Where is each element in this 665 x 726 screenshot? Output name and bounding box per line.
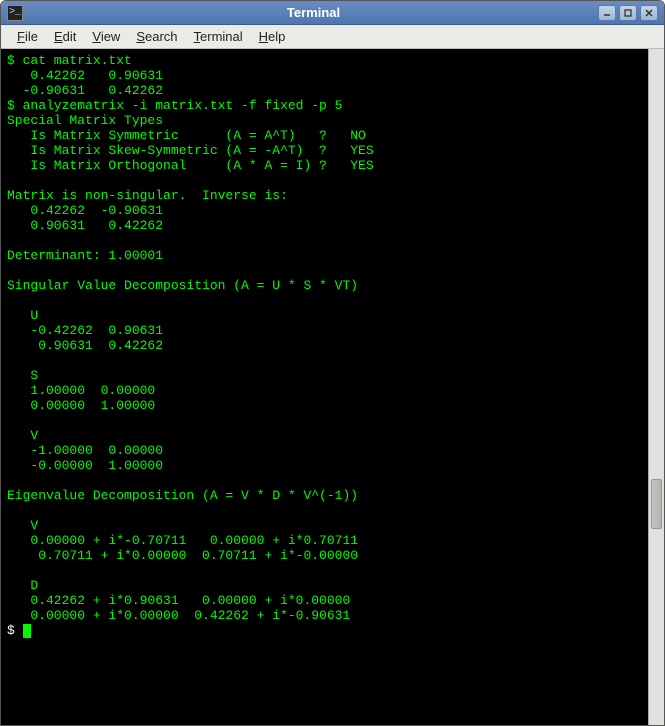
terminal-line: 0.42262 + i*0.90631 0.00000 + i*0.00000: [7, 593, 350, 608]
terminal-line: 0.00000 1.00000: [7, 398, 155, 413]
terminal-window: >_ Terminal File Edit View Search Termin…: [0, 0, 665, 726]
terminal-line: Singular Value Decomposition (A = U * S …: [7, 278, 358, 293]
terminal-line: 0.90631 0.42262: [7, 338, 163, 353]
terminal-area: $ cat matrix.txt 0.42262 0.90631 -0.9063…: [1, 49, 664, 725]
scrollbar[interactable]: [648, 49, 664, 725]
window-title: Terminal: [29, 5, 598, 20]
menu-file[interactable]: File: [9, 26, 46, 47]
terminal-line: 0.90631 0.42262: [7, 218, 163, 233]
terminal-line: V: [7, 428, 38, 443]
menubar: File Edit View Search Terminal Help: [1, 25, 664, 49]
terminal-line: V: [7, 518, 38, 533]
close-button[interactable]: [640, 5, 658, 21]
terminal-line: 0.00000 + i*0.00000 0.42262 + i*-0.90631: [7, 608, 350, 623]
minimize-button[interactable]: [598, 5, 616, 21]
menu-search[interactable]: Search: [128, 26, 185, 47]
menu-view[interactable]: View: [84, 26, 128, 47]
scroll-thumb[interactable]: [651, 479, 662, 529]
terminal-line: -0.90631 0.42262: [7, 83, 163, 98]
terminal-line: $ analyzematrix -i matrix.txt -f fixed -…: [7, 98, 342, 113]
terminal-line: 0.00000 + i*-0.70711 0.00000 + i*0.70711: [7, 533, 358, 548]
terminal-line: Special Matrix Types: [7, 113, 163, 128]
terminal-line: D: [7, 578, 38, 593]
menu-terminal[interactable]: Terminal: [186, 26, 251, 47]
titlebar[interactable]: >_ Terminal: [1, 1, 664, 25]
terminal-line: $ cat matrix.txt: [7, 53, 132, 68]
terminal-line: 0.70711 + i*0.00000 0.70711 + i*-0.00000: [7, 548, 358, 563]
maximize-button[interactable]: [619, 5, 637, 21]
terminal-line: Is Matrix Skew-Symmetric (A = -A^T) ? YE…: [7, 143, 374, 158]
terminal-line: U: [7, 308, 38, 323]
terminal-line: S: [7, 368, 38, 383]
terminal-line: 0.42262 -0.90631: [7, 203, 163, 218]
menu-help[interactable]: Help: [251, 26, 294, 47]
terminal-line: Is Matrix Orthogonal (A * A = I) ? YES: [7, 158, 374, 173]
terminal-line: Eigenvalue Decomposition (A = V * D * V^…: [7, 488, 358, 503]
terminal-line: -0.00000 1.00000: [7, 458, 163, 473]
terminal-output[interactable]: $ cat matrix.txt 0.42262 0.90631 -0.9063…: [1, 49, 648, 725]
menu-edit[interactable]: Edit: [46, 26, 84, 47]
cursor: [23, 624, 31, 638]
window-controls: [598, 5, 658, 21]
terminal-line: Is Matrix Symmetric (A = A^T) ? NO: [7, 128, 366, 143]
app-icon: >_: [7, 5, 23, 21]
terminal-icon: >_: [9, 7, 21, 18]
terminal-line: -0.42262 0.90631: [7, 323, 163, 338]
prompt: $: [7, 623, 23, 638]
terminal-line: Matrix is non-singular. Inverse is:: [7, 188, 288, 203]
terminal-line: -1.00000 0.00000: [7, 443, 163, 458]
terminal-line: 1.00000 0.00000: [7, 383, 155, 398]
terminal-line: Determinant: 1.00001: [7, 248, 163, 263]
terminal-line: 0.42262 0.90631: [7, 68, 163, 83]
